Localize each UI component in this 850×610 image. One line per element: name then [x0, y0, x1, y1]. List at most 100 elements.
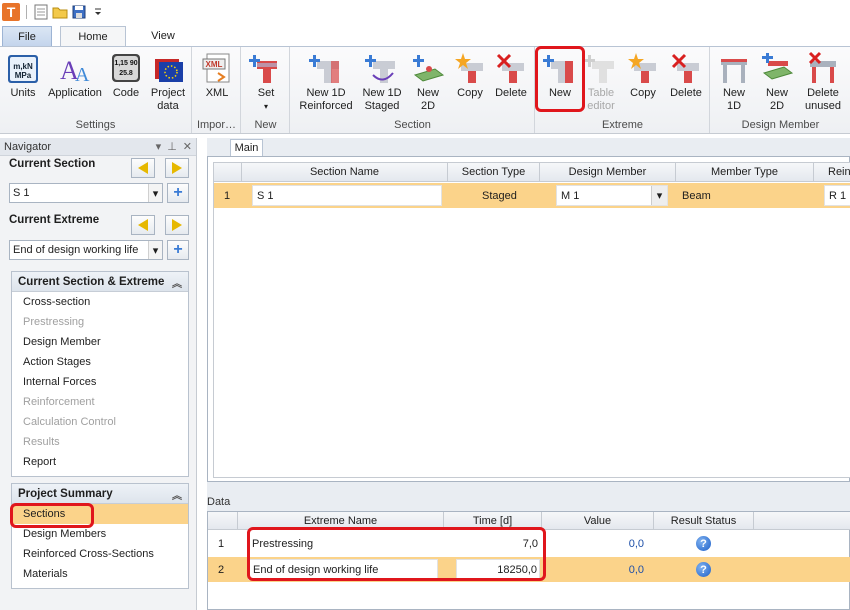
nav-item-prestressing: Prestressing: [23, 316, 85, 328]
table-editor-button[interactable]: Table editor: [582, 51, 620, 113]
help-icon: ?: [696, 562, 711, 577]
dm-new-2d-label-2: 2D: [769, 100, 785, 112]
column-header[interactable]: Rein: [814, 163, 850, 182]
nav-item-design-member[interactable]: Design Member: [12, 332, 188, 352]
current-extreme-select[interactable]: End of design working life ▾: [9, 240, 163, 260]
dm-new-1d-icon: [717, 51, 751, 85]
nav-item-cross-section[interactable]: Cross-section: [12, 292, 188, 312]
xml-button[interactable]: XML XML: [199, 51, 235, 100]
collapse-icon[interactable]: ︽: [172, 275, 182, 290]
section-extreme-panel-header[interactable]: Current Section & Extreme ︽: [12, 272, 188, 292]
set-dropdown-icon: ▾: [263, 102, 268, 111]
project-summary-panel-header[interactable]: Project Summary ︽: [12, 484, 188, 504]
sections-table: Section Name Section Type Design Member …: [213, 162, 850, 478]
section-copy-label: Copy: [457, 87, 483, 99]
section-copy-button[interactable]: Copy: [451, 51, 489, 100]
section-extreme-panel: Current Section & Extreme ︽ Cross-sectio…: [11, 271, 189, 477]
next-section-button[interactable]: [165, 158, 189, 178]
group-import: XML XML Impor…: [193, 47, 241, 133]
save-icon[interactable]: [71, 4, 87, 20]
nav-item-materials[interactable]: Materials: [12, 564, 188, 584]
current-section-select[interactable]: S 1 ▾: [9, 183, 163, 203]
group-section: New 1D Reinforced New 1D Staged New 2D C…: [291, 47, 535, 133]
close-icon[interactable]: ✕: [183, 140, 192, 153]
result-status-cell[interactable]: ?: [696, 533, 711, 554]
tab-view[interactable]: View: [132, 26, 194, 46]
section-extreme-panel-title: Current Section & Extreme: [18, 275, 165, 288]
units-icon: m,kN MPa: [6, 51, 40, 85]
group-label-settings: Settings: [75, 119, 116, 131]
column-header[interactable]: Member Type: [676, 163, 814, 182]
svg-text:A: A: [75, 64, 90, 85]
nav-item-reinforcement: Reinforcement: [23, 396, 95, 408]
tab-home[interactable]: Home: [60, 26, 126, 47]
units-button[interactable]: m,kN MPa Units: [5, 51, 41, 100]
dm-delete-unused-button[interactable]: Delete unused: [799, 51, 847, 113]
section-type-cell[interactable]: Staged: [482, 185, 517, 206]
reinforcement-cell[interactable]: R 1: [824, 185, 850, 206]
column-header[interactable]: Section Type: [448, 163, 540, 182]
svg-text:25.8: 25.8: [119, 70, 133, 77]
column-header[interactable]: Design Member: [540, 163, 676, 182]
new-document-icon[interactable]: [33, 4, 49, 20]
copy-extreme-icon: [626, 51, 660, 85]
nav-item-internal-forces[interactable]: Internal Forces: [12, 372, 188, 392]
customize-dropdown-icon[interactable]: [90, 4, 106, 20]
new-2d-button[interactable]: New 2D: [409, 51, 447, 113]
project-data-button[interactable]: Project data: [148, 51, 188, 113]
tab-file[interactable]: File: [2, 26, 52, 46]
column-header[interactable]: Result Status: [654, 512, 754, 530]
highlight-extreme-new: [535, 46, 585, 112]
row-index: 1: [224, 189, 231, 202]
current-extreme-label: Current Extreme: [9, 214, 100, 226]
row-header-corner: [214, 163, 242, 182]
add-extreme-button[interactable]: +: [167, 240, 189, 260]
nav-item-report[interactable]: Report: [12, 452, 188, 472]
code-button[interactable]: 1,15 90 25.8 Code: [108, 51, 144, 100]
row-index: 1: [218, 537, 225, 550]
code-label: Code: [112, 87, 140, 99]
extreme-delete-button[interactable]: Delete: [666, 51, 706, 100]
current-extreme-value: End of design working life: [13, 244, 139, 256]
nav-item-action-stages[interactable]: Action Stages: [12, 352, 188, 372]
new-1d-reinforced-label-2: Reinforced: [299, 100, 353, 112]
dropdown-arrow-icon[interactable]: ▾: [156, 140, 162, 153]
column-header[interactable]: Value: [542, 512, 654, 530]
previous-extreme-button[interactable]: [131, 215, 155, 235]
nav-item-reinforced-cross-sections[interactable]: Reinforced Cross-Sections: [12, 544, 188, 564]
next-extreme-button[interactable]: [165, 215, 189, 235]
group-label-import: Impor…: [196, 119, 237, 131]
app-logo-icon[interactable]: T: [2, 3, 20, 21]
dm-delete-unused-icon: [806, 51, 840, 85]
extreme-copy-button[interactable]: Copy: [624, 51, 662, 100]
section-delete-button[interactable]: Delete: [491, 51, 531, 100]
table-row[interactable]: 1 S 1 Staged M 1 ▾ Beam R 1: [214, 183, 850, 208]
add-section-button[interactable]: +: [167, 183, 189, 203]
arrow-left-icon: [138, 219, 148, 231]
row-header-corner: [208, 512, 238, 530]
set-button[interactable]: Set ▾: [248, 51, 284, 113]
dm-new-2d-button[interactable]: New 2D: [757, 51, 797, 113]
result-status-cell[interactable]: ?: [696, 559, 711, 580]
pin-icon[interactable]: ⊥: [167, 140, 177, 153]
arrow-right-icon: [172, 162, 182, 174]
section-name-cell[interactable]: S 1: [252, 185, 442, 206]
new-2d-label-1: New: [416, 87, 439, 99]
tab-main[interactable]: Main: [230, 139, 263, 156]
dm-new-2d-icon: [760, 51, 794, 85]
open-folder-icon[interactable]: [52, 4, 68, 20]
project-summary-panel-title: Project Summary: [18, 487, 113, 500]
eu-flag-icon: [151, 51, 185, 85]
collapse-icon[interactable]: ︽: [172, 487, 182, 502]
new-1d-staged-button[interactable]: New 1D Staged: [359, 51, 405, 113]
member-type-cell[interactable]: Beam: [682, 185, 711, 206]
set-label: Set: [257, 87, 275, 99]
dm-new-1d-button[interactable]: New 1D: [713, 51, 755, 113]
column-header[interactable]: Section Name: [242, 163, 448, 182]
application-button[interactable]: AA Application: [45, 51, 105, 100]
new-1d-reinforced-button[interactable]: New 1D Reinforced: [296, 51, 356, 113]
group-label-design-member: Design Member: [741, 119, 820, 131]
xml-file-icon: XML: [200, 51, 234, 85]
design-member-select[interactable]: M 1 ▾: [556, 185, 668, 206]
previous-section-button[interactable]: [131, 158, 155, 178]
